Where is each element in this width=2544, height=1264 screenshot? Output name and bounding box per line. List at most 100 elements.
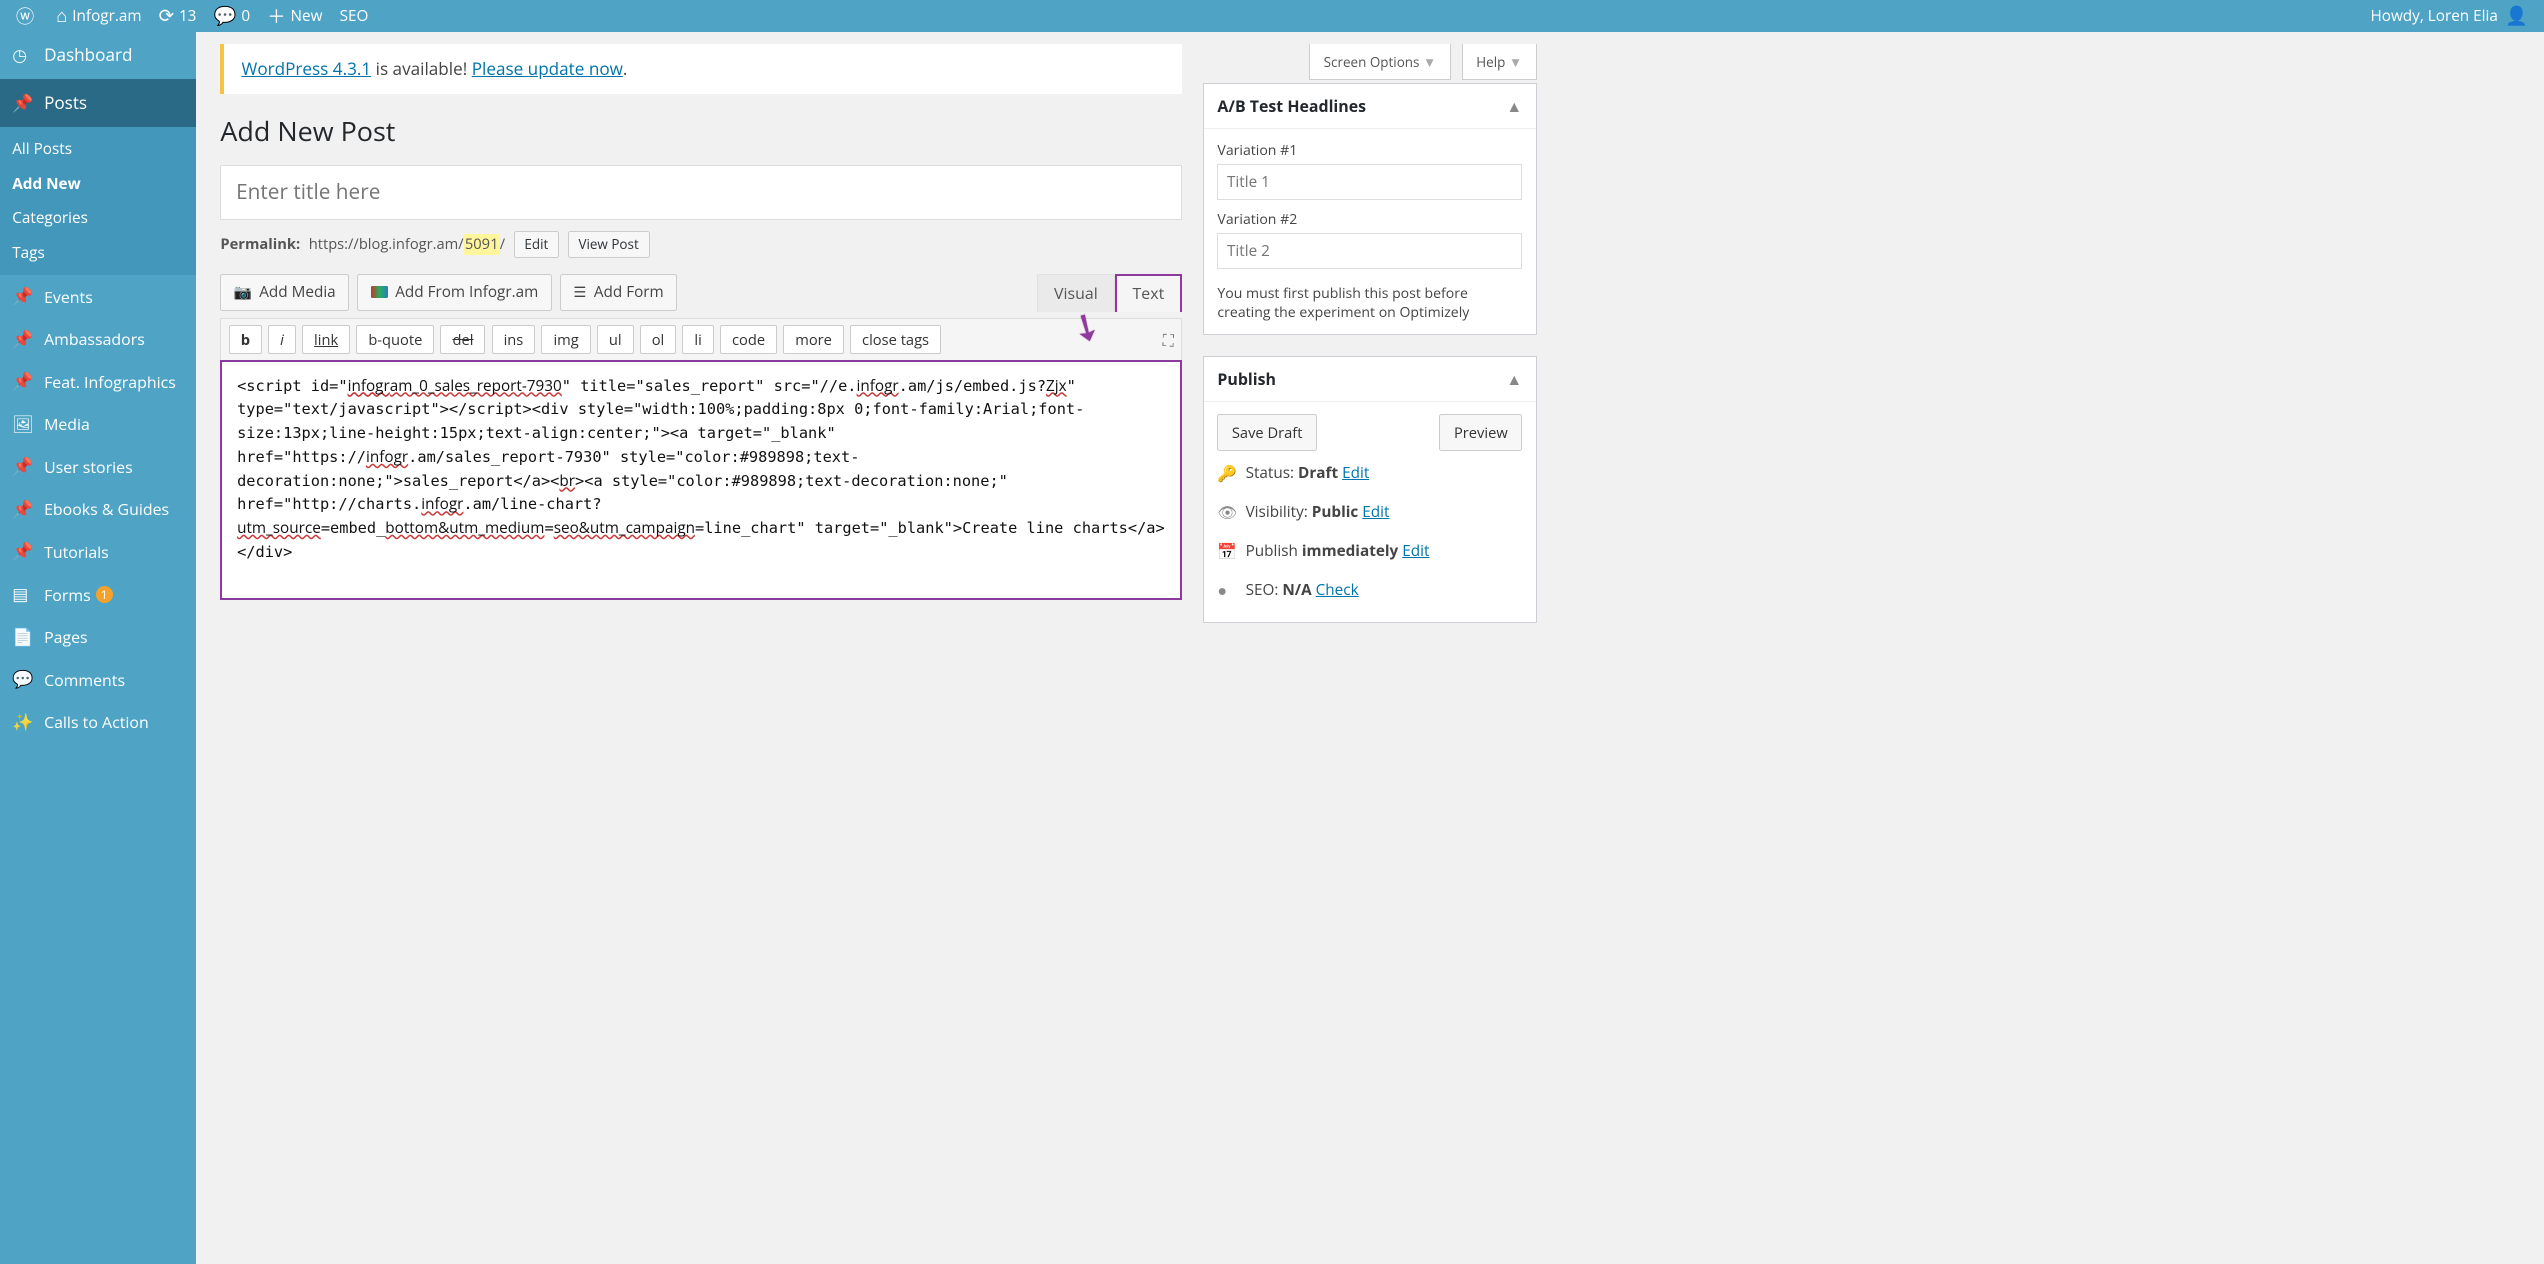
permalink-slash: / [500, 234, 505, 254]
home-icon: ⌂ [56, 3, 67, 28]
comments-link[interactable]: 💬0 [205, 0, 259, 32]
seo-label: SEO [340, 6, 369, 26]
sidebar-item-ambassadors[interactable]: 📌Ambassadors [0, 318, 196, 361]
sidebar-item-pages[interactable]: 📄Pages [0, 616, 196, 659]
publish-title: Publish [1217, 368, 1276, 390]
admin-bar: ⓦ ⌂Infogr.am ⟳13 💬0 ＋New SEO Howdy, Lore… [0, 0, 2544, 32]
comments-count: 0 [241, 6, 250, 26]
qt-del-button[interactable]: del [440, 325, 485, 354]
sidebar-item-media[interactable]: 🖼Media [0, 403, 196, 446]
tab-text[interactable]: Text [1115, 274, 1183, 312]
sidebar-sub-all-posts[interactable]: All Posts [0, 132, 196, 167]
seo-check-link[interactable]: Check [1316, 580, 1359, 600]
tab-visual[interactable]: Visual [1037, 274, 1115, 312]
abtest-note: You must first publish this post before … [1217, 284, 1522, 322]
permalink-label: Permalink: [220, 234, 300, 254]
update-version-link[interactable]: WordPress 4.3.1 [242, 58, 372, 81]
qt-ul-button[interactable]: ul [597, 325, 634, 354]
site-link[interactable]: ⌂Infogr.am [48, 0, 150, 32]
sidebar-sub-add-new[interactable]: Add New [0, 166, 196, 201]
qt-b-quote-button[interactable]: b-quote [356, 325, 434, 354]
sidebar-item-feat-infographics[interactable]: 📌Feat. Infographics [0, 360, 196, 403]
new-label: New [290, 6, 322, 26]
qt-more-button[interactable]: more [783, 325, 844, 354]
left-column: WordPress 4.3.1 is available! Please upd… [220, 44, 1182, 644]
update-now-link[interactable]: Please update now [472, 58, 623, 81]
sidebar-item-user-stories[interactable]: 📌User stories [0, 446, 196, 489]
account-link[interactable]: Howdy, Loren Elia👤 [2362, 0, 2537, 32]
qt-img-button[interactable]: img [541, 325, 590, 354]
screen-options-tab[interactable]: Screen Options ▼ [1309, 44, 1451, 80]
view-post-button[interactable]: View Post [568, 231, 650, 258]
add-form-button[interactable]: ☰Add Form [560, 274, 677, 311]
dot-icon: ● [1217, 579, 1235, 601]
qt-li-button[interactable]: li [682, 325, 713, 354]
form-icon: ☰ [573, 282, 586, 302]
plus-icon: ＋ [267, 3, 285, 29]
sidebar-item-forms[interactable]: ▤Forms1 [0, 573, 196, 616]
visibility-edit-link[interactable]: Edit [1362, 502, 1389, 522]
permalink-row: Permalink: https://blog.infogr.am/5091/ … [220, 231, 1182, 258]
sidebar-item-ebooks-guides[interactable]: 📌Ebooks & Guides [0, 488, 196, 531]
new-link[interactable]: ＋New [259, 0, 331, 32]
toggle-icon[interactable]: ▲ [1506, 368, 1522, 390]
sidebar-item-calls-to-action[interactable]: ✨Calls to Action [0, 701, 196, 744]
gauge-icon: ◷ [12, 44, 36, 67]
sidebar-item-tutorials[interactable]: 📌Tutorials [0, 531, 196, 574]
comment-icon: 💬 [12, 668, 36, 691]
post-title-input[interactable] [220, 165, 1182, 219]
variation2-input[interactable] [1217, 233, 1522, 270]
toggle-icon[interactable]: ▲ [1506, 95, 1522, 117]
form-icon: ▤ [12, 583, 36, 606]
sidebar-item-dashboard[interactable]: ◷Dashboard [0, 32, 196, 79]
pin-icon: 📌 [12, 370, 36, 393]
update-notice: WordPress 4.3.1 is available! Please upd… [220, 44, 1182, 94]
seo-link[interactable]: SEO [331, 0, 377, 32]
variation2-label: Variation #2 [1217, 210, 1522, 229]
sidebar-sub-categories[interactable]: Categories [0, 201, 196, 236]
qt-ins-button[interactable]: ins [492, 325, 536, 354]
key-icon: 🔑 [1217, 462, 1235, 484]
permalink-base: https://blog.infogr.am/ [309, 234, 464, 254]
pin-icon: 📌 [12, 455, 36, 478]
calendar-icon: 📅 [1217, 540, 1235, 562]
save-draft-button[interactable]: Save Draft [1217, 414, 1317, 451]
schedule-edit-link[interactable]: Edit [1402, 541, 1429, 561]
update-end: . [623, 58, 628, 81]
qt-link-button[interactable]: link [302, 325, 350, 354]
updates-link[interactable]: ⟳13 [150, 0, 205, 32]
variation1-label: Variation #1 [1217, 141, 1522, 160]
pin-icon: 📌 [12, 285, 36, 308]
qt-close-tags-button[interactable]: close tags [850, 325, 941, 354]
help-tab[interactable]: Help ▼ [1462, 44, 1537, 80]
qt-ol-button[interactable]: ol [640, 325, 677, 354]
sidebar-sub-tags[interactable]: Tags [0, 236, 196, 271]
qt-b-button[interactable]: b [229, 325, 262, 354]
qt-code-button[interactable]: code [720, 325, 777, 354]
user-icon: 👤 [2505, 3, 2528, 28]
update-mid: is available! [371, 58, 472, 81]
add-infogram-button[interactable]: Add From Infogr.am [357, 274, 551, 311]
site-name: Infogr.am [72, 6, 141, 26]
updates-count: 13 [179, 6, 197, 26]
chevron-down-icon: ▼ [1423, 53, 1436, 71]
sidebar-item-events[interactable]: 📌Events [0, 275, 196, 318]
eye-icon: 👁 [1217, 501, 1235, 523]
sidebar-item-comments[interactable]: 💬Comments [0, 658, 196, 701]
status-edit-link[interactable]: Edit [1342, 463, 1369, 483]
fullscreen-icon[interactable]: ⛶ [1163, 329, 1174, 351]
page-icon: 📄 [12, 626, 36, 649]
right-column: Screen Options ▼ Help ▼ A/B Test Headlin… [1203, 44, 1537, 644]
cta-icon: ✨ [12, 711, 36, 734]
add-media-button[interactable]: 📷Add Media [220, 274, 349, 311]
post-content-textarea[interactable]: <script id="infogram_0_sales_report-7930… [220, 360, 1182, 600]
sidebar-item-posts[interactable]: 📌Posts [0, 79, 196, 126]
permalink-edit-button[interactable]: Edit [514, 231, 559, 258]
chevron-down-icon: ▼ [1509, 53, 1522, 71]
media-buttons-row: 📷Add Media Add From Infogr.am ☰Add Form … [220, 274, 1182, 312]
refresh-icon: ⟳ [159, 3, 174, 28]
wp-logo[interactable]: ⓦ [7, 0, 47, 32]
preview-button[interactable]: Preview [1439, 414, 1522, 451]
variation1-input[interactable] [1217, 164, 1522, 201]
qt-i-button[interactable]: i [268, 325, 296, 354]
